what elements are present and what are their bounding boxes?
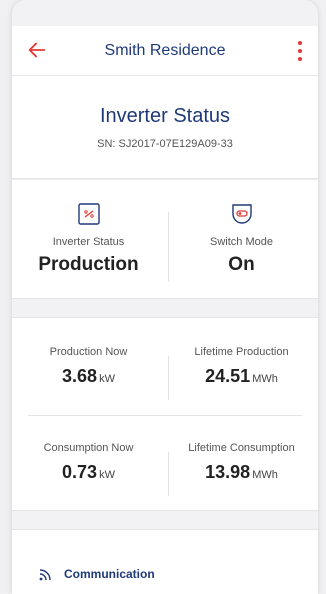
divider <box>168 452 169 496</box>
lifetime-production-label: Lifetime Production <box>194 346 289 358</box>
status-bar <box>12 0 318 26</box>
divider <box>168 212 169 282</box>
production-now-unit: kW <box>99 373 115 385</box>
communication-label: Communication <box>64 567 155 581</box>
switch-mode-value: On <box>228 254 255 275</box>
switch-icon <box>231 204 252 224</box>
divider <box>168 356 169 400</box>
status-card: Inverter Status Production Switch Mode O… <box>12 179 318 299</box>
more-vertical-icon[interactable] <box>294 39 306 63</box>
metrics-card: Production Now 3.68 kW Lifetime Productio… <box>12 317 318 511</box>
inverter-status-label: Inverter Status <box>52 236 125 248</box>
lifetime-consumption-label: Lifetime Consumption <box>188 442 295 454</box>
metric-row-consumption: Consumption Now 0.73 kW Lifetime Consumpt… <box>12 414 318 510</box>
consumption-now: Consumption Now 0.73 kW <box>12 414 165 510</box>
lifetime-consumption-unit: MWh <box>252 469 278 481</box>
production-now: Production Now 3.68 kW <box>12 318 165 414</box>
communication-section: Communication <box>12 529 318 594</box>
inverter-status-block: Inverter Status Production <box>12 180 165 298</box>
serial-number: SN: SJ2017-07E129A09-33 <box>97 138 233 150</box>
lifetime-production-number: 24.51 <box>205 366 251 386</box>
switch-mode-label: Switch Mode <box>210 236 273 248</box>
lifetime-production-unit: MWh <box>252 373 278 385</box>
app-header: Smith Residence <box>12 26 318 76</box>
production-now-number: 3.68 <box>62 366 98 386</box>
consumption-now-label: Consumption Now <box>43 442 134 454</box>
production-now-value: 3.68 kW <box>12 366 165 387</box>
app-screen: Smith Residence Inverter Status SN: SJ20… <box>12 0 318 594</box>
communication-item[interactable]: Communication <box>38 566 155 582</box>
metric-row-production: Production Now 3.68 kW Lifetime Productio… <box>12 318 318 414</box>
lifetime-consumption: Lifetime Consumption 13.98 MWh <box>165 414 318 510</box>
inverter-icon <box>77 203 100 225</box>
lifetime-production-value: 24.51 MWh <box>165 366 318 387</box>
arrow-left-icon[interactable] <box>26 39 48 61</box>
inverter-hero: Inverter Status SN: SJ2017-07E129A09-33 <box>12 76 318 179</box>
section-gap <box>12 511 318 529</box>
consumption-now-number: 0.73 <box>62 462 98 482</box>
inverter-status-value: Production <box>38 254 139 275</box>
lifetime-consumption-value: 13.98 MWh <box>165 462 318 483</box>
signal-icon <box>39 569 51 581</box>
consumption-now-unit: kW <box>99 469 115 481</box>
section-gap <box>12 299 318 317</box>
production-now-label: Production Now <box>49 346 128 358</box>
page-title: Smith Residence <box>104 41 226 59</box>
lifetime-consumption-number: 13.98 <box>205 462 251 482</box>
switch-mode-block: Switch Mode On <box>165 180 318 298</box>
hero-title: Inverter Status <box>99 105 231 127</box>
lifetime-production: Lifetime Production 24.51 MWh <box>165 318 318 414</box>
consumption-now-value: 0.73 kW <box>12 462 165 483</box>
